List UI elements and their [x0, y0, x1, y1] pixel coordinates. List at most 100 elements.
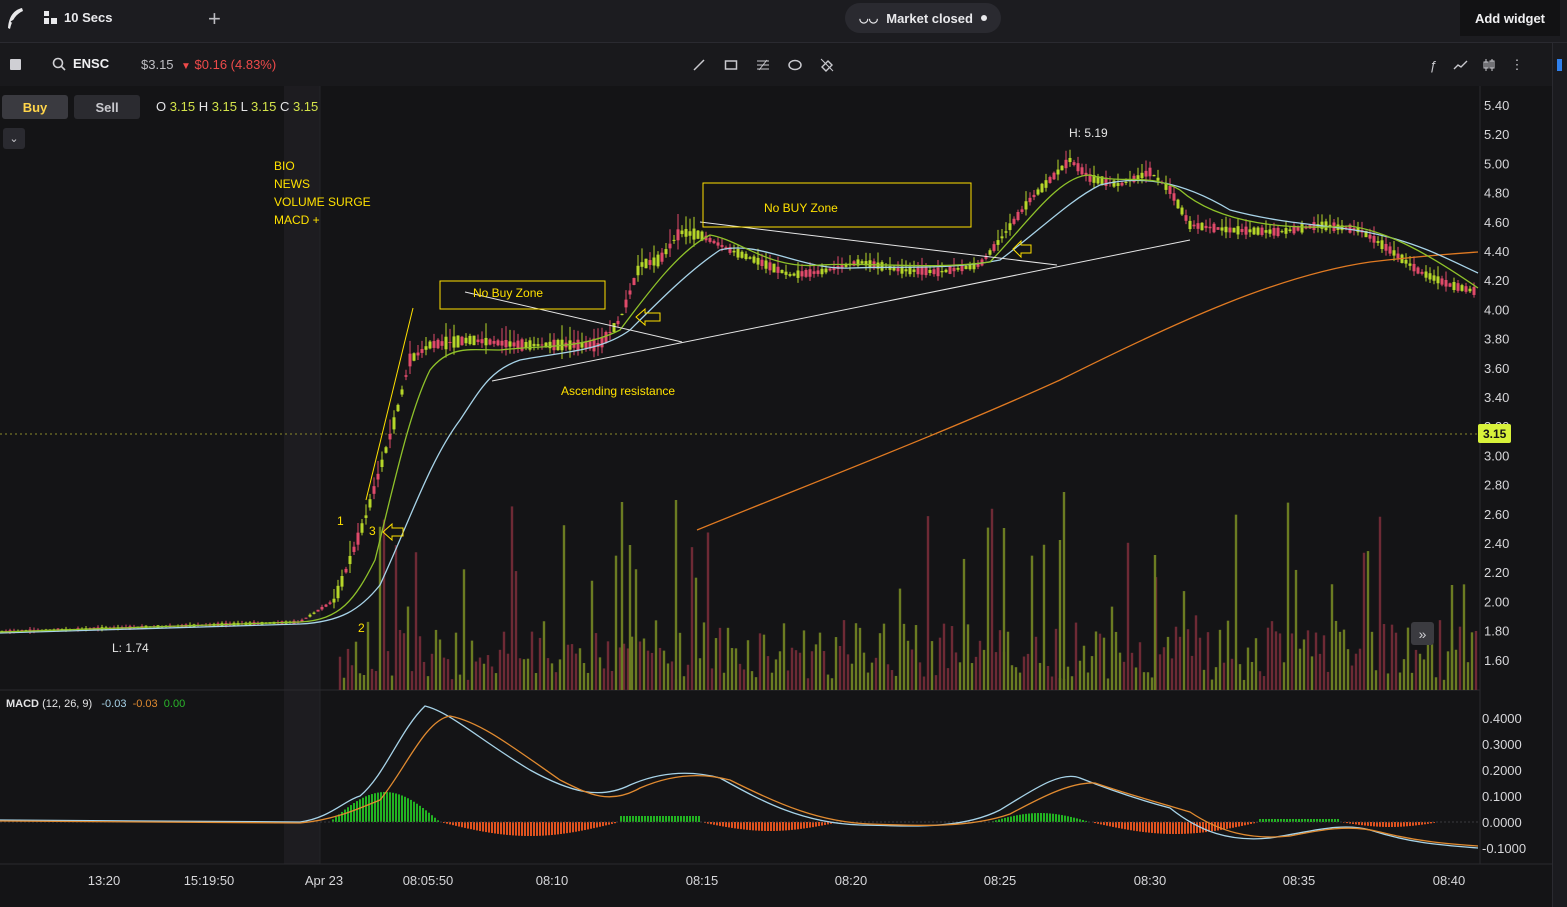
add-widget-button[interactable]: Add widget — [1460, 0, 1560, 36]
volume-bar — [1358, 648, 1362, 690]
fib-icon[interactable] — [754, 56, 772, 74]
volume-bar — [1034, 636, 1038, 690]
buy-button[interactable]: Buy — [2, 95, 68, 119]
function-icon[interactable]: ƒ — [1424, 56, 1442, 74]
candle-body — [484, 337, 488, 346]
volume-bar — [802, 630, 806, 690]
volume-bar — [1418, 653, 1422, 690]
volume-bar — [1302, 639, 1306, 690]
volume-bar — [1326, 671, 1330, 690]
volume-bar — [1402, 659, 1406, 690]
symbol-search[interactable]: ENSC — [52, 56, 109, 71]
macd-hist-bar — [1286, 819, 1288, 822]
app-logo-icon[interactable] — [4, 6, 26, 32]
macd-hist-bar — [1082, 820, 1084, 822]
volume-bar — [1242, 679, 1246, 690]
sell-button[interactable]: Sell — [74, 95, 140, 119]
candle-body — [392, 417, 396, 430]
price-chart[interactable]: BIO NEWS VOLUME SURGE MACD + No Buy Zone… — [0, 86, 1552, 907]
volume-bar — [838, 646, 842, 690]
candle-body — [1236, 226, 1240, 235]
macd-hist-bar — [509, 822, 511, 836]
volume-bar — [1022, 656, 1026, 690]
volume-bar — [1010, 665, 1014, 690]
add-tab-icon[interactable]: + — [208, 6, 221, 32]
macd-hist-bar — [1415, 822, 1417, 826]
volume-bar — [1078, 660, 1082, 690]
more-icon[interactable]: ⋮ — [1508, 56, 1526, 74]
volume-bar — [562, 525, 566, 690]
ohlc-close: 3.15 — [292, 99, 319, 114]
chart-type-icon[interactable] — [1480, 56, 1498, 74]
macd-hist-bar — [584, 822, 586, 831]
macd-hist-bar — [455, 822, 457, 826]
no-buy-zone-label-1: No Buy Zone — [473, 286, 543, 300]
macd-hist-bar — [719, 822, 721, 826]
candle-body — [436, 339, 440, 349]
volume-bar — [1098, 633, 1102, 690]
macd-hist-bar — [1040, 813, 1042, 822]
candle-body — [1472, 287, 1476, 295]
volume-bar — [654, 620, 658, 690]
candle-body — [1168, 185, 1172, 195]
candle-body — [344, 568, 348, 573]
macd-hist-bar — [1055, 814, 1057, 822]
candle-body — [1280, 231, 1284, 233]
eraser-icon[interactable] — [818, 56, 836, 74]
candle-body — [1388, 246, 1392, 254]
candle-body — [920, 267, 924, 275]
line-icon[interactable] — [690, 56, 708, 74]
volume-bar — [1062, 492, 1066, 690]
macd-hist-bar — [476, 822, 478, 831]
macd-hist-bar — [1136, 822, 1138, 832]
macd-hist-bar — [434, 817, 436, 822]
expand-panel-button[interactable]: » — [1411, 622, 1434, 645]
macd-hist-bar — [1262, 819, 1264, 822]
volume-bar — [494, 673, 498, 690]
candle-body — [1288, 229, 1292, 232]
volume-bar — [966, 624, 970, 690]
volume-bar — [858, 627, 862, 690]
rectangle-icon[interactable] — [722, 56, 740, 74]
candle-body — [1268, 229, 1272, 234]
macd-hist-bar — [1109, 822, 1111, 827]
volume-bar — [934, 675, 938, 690]
macd-hist-bar — [398, 794, 400, 822]
macd-hist-bar — [740, 822, 742, 830]
ellipse-icon[interactable] — [786, 56, 804, 74]
macd-hist-bar — [623, 816, 625, 822]
chevron-down-icon[interactable]: ⌄ — [3, 128, 25, 149]
volume-bar — [742, 669, 746, 690]
volume-bar — [1290, 633, 1294, 690]
volume-bar — [1106, 678, 1110, 690]
volume-bar — [726, 627, 730, 690]
macd-signal-value: -0.03 — [132, 698, 158, 710]
macd-hist-bar — [692, 816, 694, 822]
volume-bar — [1258, 671, 1262, 690]
volume-bar — [1330, 584, 1334, 690]
indicator-icon[interactable] — [1452, 56, 1470, 74]
volume-bar — [350, 665, 354, 690]
volume-bar — [686, 664, 690, 690]
candle-body — [776, 266, 780, 273]
accent-marker — [1557, 59, 1562, 71]
volume-bar — [846, 654, 850, 690]
volume-bar — [1374, 670, 1378, 690]
stop-icon[interactable] — [10, 59, 21, 70]
macd-hist-bar — [599, 822, 601, 827]
timeframe-selector[interactable]: 10 Secs — [44, 10, 112, 25]
current-price-tag-text: 3.15 — [1483, 427, 1507, 441]
candle-body — [608, 331, 612, 334]
price-tick: 2.80 — [1484, 478, 1509, 493]
market-status-pill[interactable]: ◡◡ Market closed — [845, 3, 1001, 33]
time-tick: 08:05:50 — [403, 873, 454, 888]
volume-bar — [458, 674, 462, 690]
volume-bar — [774, 659, 778, 690]
macd-hist-bar — [1166, 822, 1168, 834]
candle-body — [352, 546, 356, 552]
volume-bar — [594, 633, 598, 690]
macd-hist-bar — [431, 815, 433, 822]
macd-hist-bar — [530, 822, 532, 836]
volume-bar — [1194, 615, 1198, 690]
time-tick: 08:40 — [1433, 873, 1466, 888]
